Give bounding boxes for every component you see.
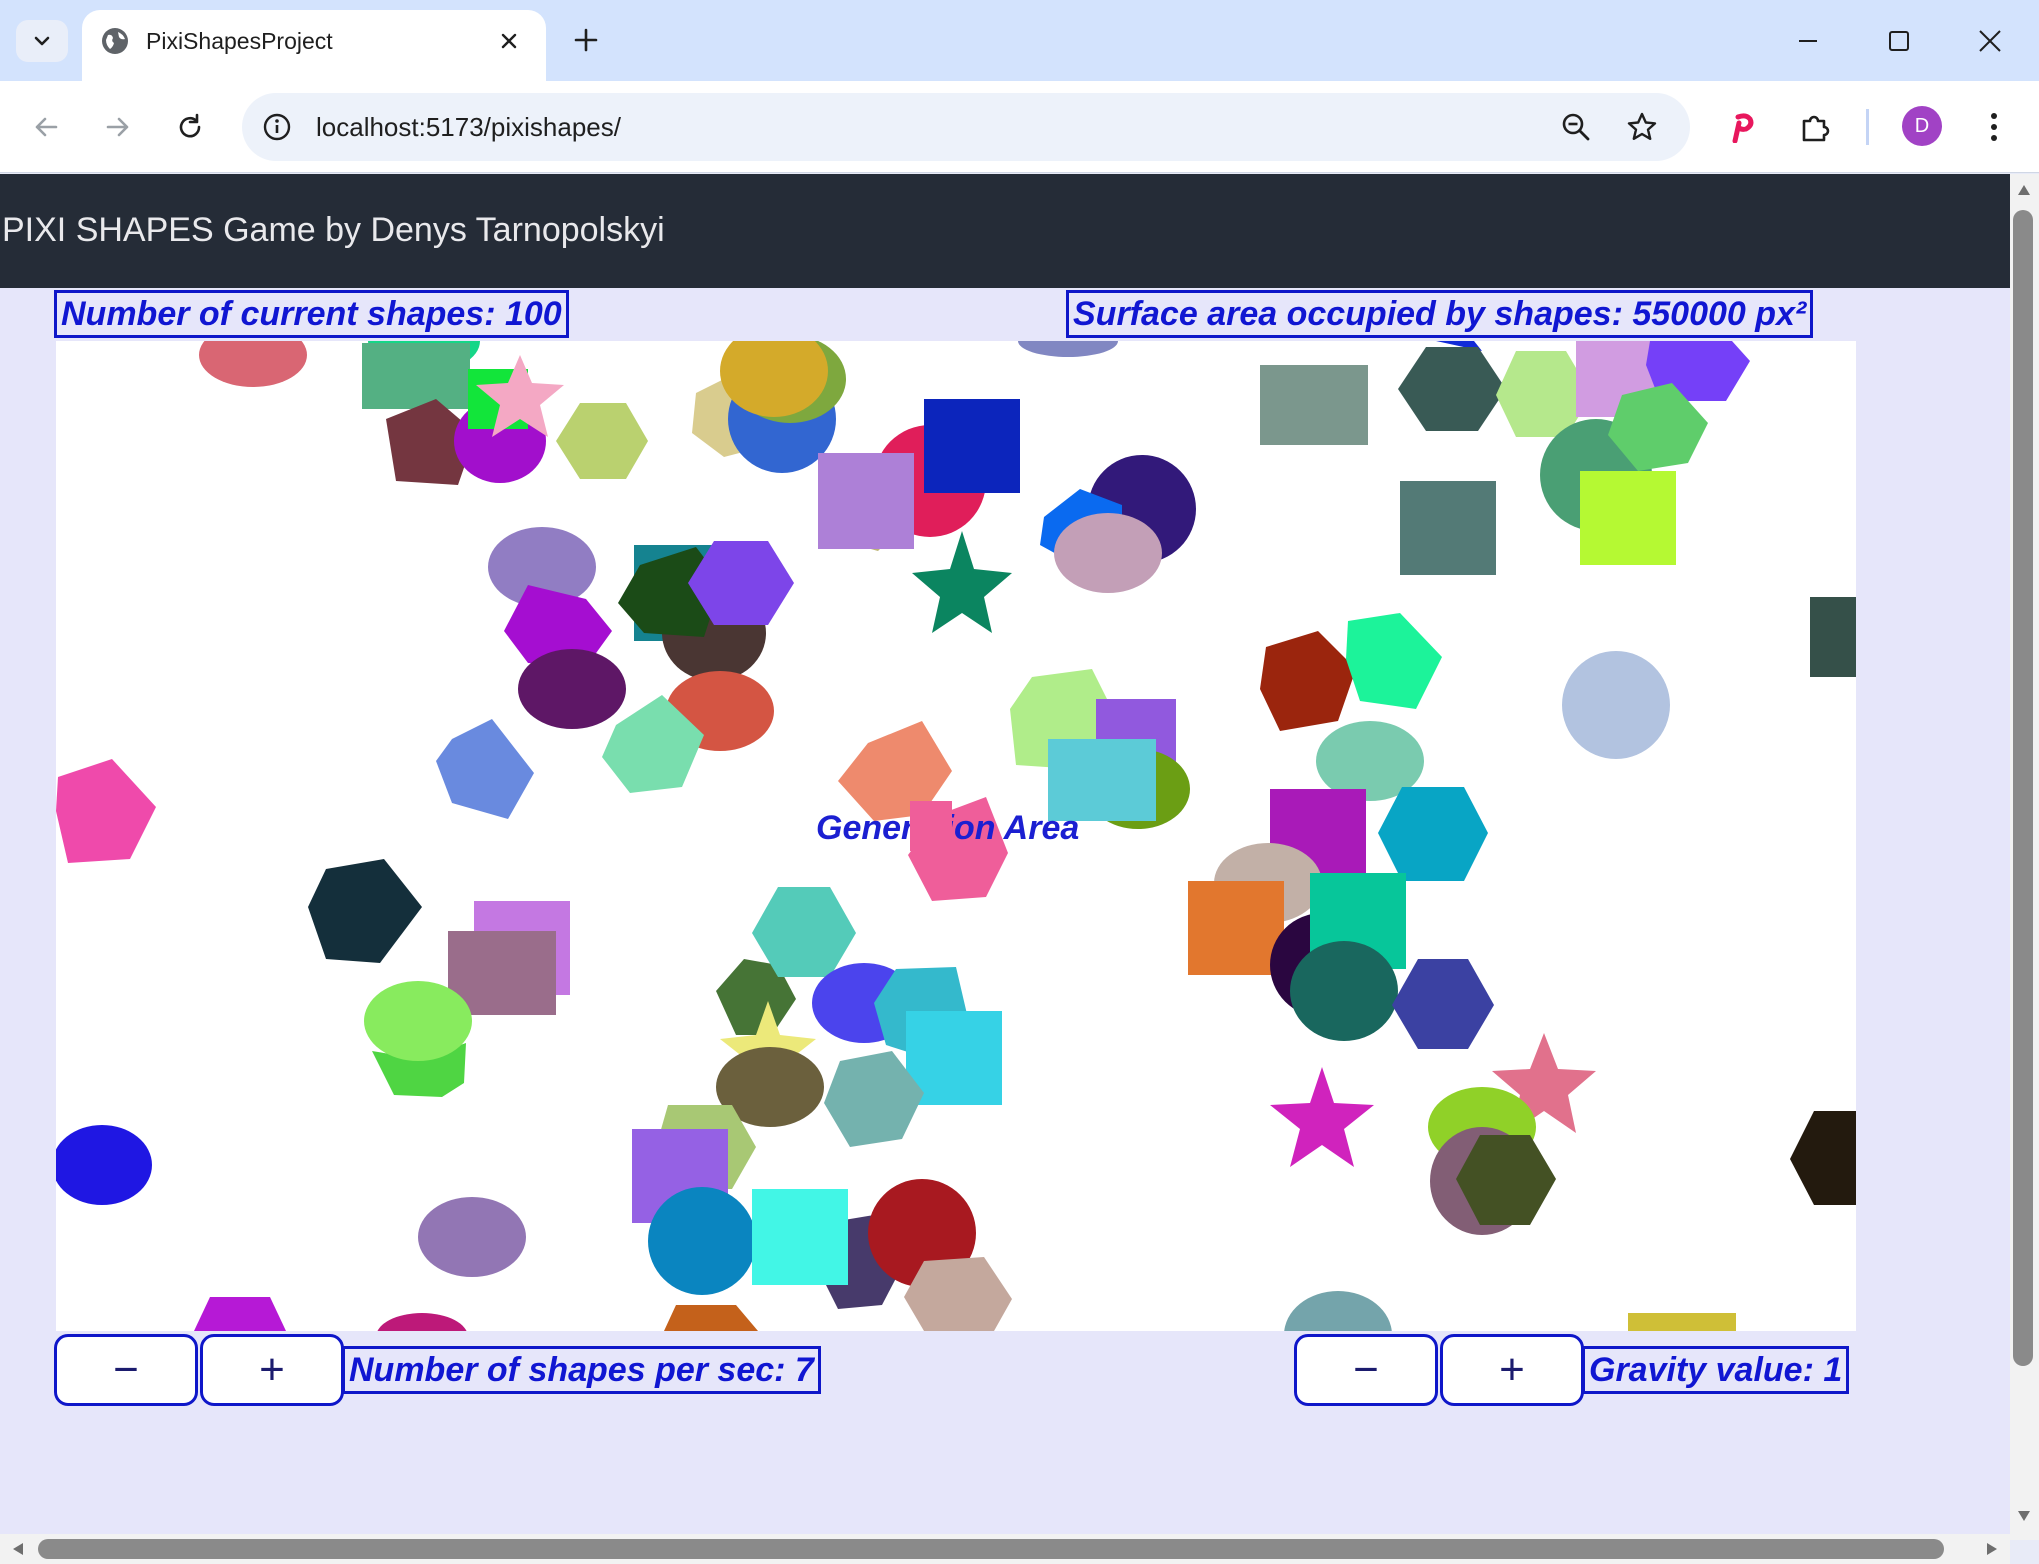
triangle-up-icon [2018,185,2030,195]
close-icon [1979,30,2001,52]
shapes-per-sec-label: Number of shapes per sec: 7 [342,1346,821,1394]
more-vertical-icon [1991,113,1997,141]
pinterest-extension-button[interactable] [1718,103,1766,151]
tab-search-button[interactable] [16,20,68,62]
arrow-right-icon [106,117,129,137]
shapes-decrease-button[interactable]: − [54,1334,198,1406]
minimize-icon [1799,40,1817,42]
generation-area[interactable]: Generation Area [56,341,1856,1331]
profile-avatar[interactable]: D [1902,106,1942,146]
menu-button[interactable] [1970,103,2018,151]
zoom-out-icon [1562,113,1590,141]
star-icon [1627,112,1657,140]
vertical-scrollbar-thumb[interactable] [2013,210,2033,1366]
chevron-down-icon [34,36,50,46]
surface-area-label: Surface area occupied by shapes: 550000 … [1066,290,1814,338]
reload-icon [179,113,201,138]
url-text: localhost:5173/pixishapes/ [316,112,621,142]
plus-icon [574,28,598,52]
shapes-increase-button[interactable]: + [200,1334,344,1406]
tab-active[interactable]: PixiShapesProject [82,10,546,81]
gravity-label: Gravity value: 1 [1582,1346,1850,1394]
zoom-button[interactable] [1556,107,1596,147]
triangle-right-icon [1987,1543,1997,1555]
address-bar[interactable]: localhost:5173/pixishapes/ [242,93,1690,161]
puzzle-icon [1802,115,1830,142]
tab-strip: PixiShapesProject [0,0,2039,81]
scroll-down-arrow[interactable] [2014,1506,2034,1526]
extensions-button[interactable] [1792,103,1840,151]
site-info-button[interactable] [258,108,296,146]
arrow-left-icon [35,117,58,137]
browser-window: PixiShapesProject localhost:5173/pixisha… [0,0,2039,1564]
close-icon [501,33,517,49]
maximize-icon [1889,31,1909,51]
triangle-down-icon [2018,1511,2030,1521]
gravity-increase-button[interactable]: + [1440,1334,1584,1406]
info-icon [263,113,291,141]
maximize-button[interactable] [1869,16,1929,66]
scroll-up-arrow[interactable] [2014,180,2034,200]
reload-button[interactable] [166,103,214,151]
minimize-button[interactable] [1778,16,1838,66]
forward-button[interactable] [94,103,142,151]
overlap-shape [910,801,952,851]
app-header: PIXI SHAPES Game by Denys Tarnopolskyi [0,174,2010,288]
toolbar-divider [1866,109,1869,145]
browser-toolbar: localhost:5173/pixishapes/ [0,81,2039,173]
gravity-decrease-button[interactable]: − [1294,1334,1438,1406]
bookmark-button[interactable] [1622,107,1662,147]
tab-title: PixiShapesProject [146,28,333,54]
scroll-left-arrow[interactable] [8,1539,28,1559]
back-button[interactable] [22,103,70,151]
close-window-button[interactable] [1960,16,2020,66]
triangle-left-icon [13,1543,23,1555]
scroll-right-arrow[interactable] [1982,1539,2002,1559]
app-title: PIXI SHAPES Game by Denys Tarnopolskyi [2,211,665,249]
new-tab-button[interactable] [566,20,606,60]
horizontal-scrollbar-thumb[interactable] [38,1539,1944,1559]
p-logo-icon [1732,113,1754,143]
page-content: PIXI SHAPES Game by Denys Tarnopolskyi N… [0,174,2010,1540]
tab-close-button[interactable] [492,24,526,58]
shapes-count-label: Number of current shapes: 100 [54,290,569,338]
globe-icon [102,28,128,54]
